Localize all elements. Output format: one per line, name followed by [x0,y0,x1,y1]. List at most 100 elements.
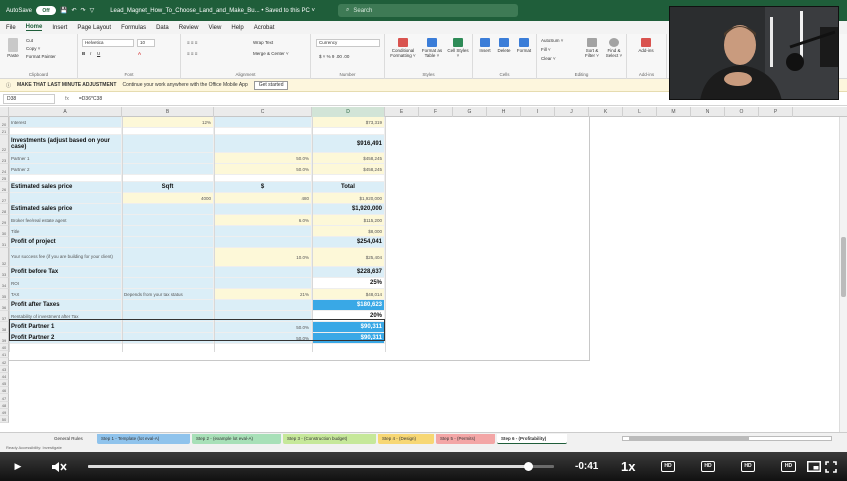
cell-col-b[interactable] [122,248,214,267]
row-header[interactable]: 47 [0,394,9,402]
copy-button[interactable]: Copy ˅ [26,46,40,51]
cell-col-b[interactable]: Depends from your tax status [122,289,214,300]
column-header-k[interactable]: K [589,107,623,117]
delete-cells-button[interactable]: Delete [495,38,513,53]
column-header-h[interactable]: H [487,107,521,117]
cell-col-d[interactable]: $48,014 [312,289,385,300]
cell-col-b[interactable]: 4000 [122,193,214,204]
cell-col-b[interactable] [122,215,214,226]
paste-button[interactable]: Paste [4,38,22,58]
column-header-i[interactable]: I [521,107,555,117]
cell-col-c[interactable] [214,300,312,311]
row-header[interactable]: 43 [0,365,9,373]
cell-col-c[interactable]: 50.0% [214,333,312,344]
cell-col-b[interactable] [122,322,214,333]
merge-center-button[interactable]: Merge & Center ˅ [253,51,289,56]
cell-col-c[interactable] [214,267,312,278]
sheet-tab-6[interactable]: Step 5 - (Permits) [436,434,495,444]
bold-button[interactable]: B [82,51,85,56]
italic-button[interactable]: I [90,51,91,56]
playback-speed-button[interactable]: 1x [621,452,635,481]
cell-label[interactable]: Profit Partner 2 [9,333,122,344]
fullscreen-button[interactable] [823,452,839,481]
row-header[interactable]: 25 [0,175,9,182]
cell-label[interactable]: Profit after Taxes [9,300,122,311]
row-header[interactable]: 27 [0,193,9,204]
cell-col-b[interactable] [122,300,214,311]
column-header-a[interactable]: A [9,107,122,117]
cell-col-c[interactable]: 50.0% [214,164,312,175]
cell-col-b[interactable] [122,311,214,322]
cell-col-c[interactable] [214,135,312,153]
cell-label[interactable]: Estimated sales price [9,204,122,215]
cell-col-d[interactable]: 25% [312,278,385,289]
sheet-tab-5[interactable]: Step 4 - (Design) [378,434,434,444]
row-header[interactable]: 33 [0,267,9,278]
cell-label[interactable]: Partner 2 [9,164,122,175]
row-header[interactable]: 36 [0,300,9,311]
search-box[interactable]: ⌕ Search [338,4,518,17]
fill-button[interactable]: Fill ˅ [541,47,551,52]
row-header[interactable]: 24 [0,164,9,175]
formula-input[interactable]: =D36*C38 [79,96,102,102]
font-family-select[interactable]: Helvetica [82,39,134,47]
cell-label[interactable]: Interest [9,117,122,128]
cell-col-b[interactable] [122,333,214,344]
menu-view[interactable]: View [208,25,221,31]
addins-button[interactable]: Add-ins [633,38,659,53]
cell-label[interactable]: Investments (adjust based on your case) [9,135,122,153]
menu-file[interactable]: File [6,25,16,31]
format-painter-button[interactable]: Format Painter [26,54,56,59]
align-left-icon[interactable]: ≡ ≡ ≡ [187,51,197,56]
row-header[interactable]: 35 [0,289,9,300]
row-header[interactable]: 49 [0,408,9,416]
name-box[interactable]: D38 [3,93,55,104]
quality-button-1[interactable]: HD [661,461,675,472]
menu-insert[interactable]: Insert [52,25,67,31]
row-header[interactable]: 50 [0,416,9,424]
sheet-tab-7[interactable]: Step 6 - (Profitability) [497,434,567,444]
cell-col-d[interactable]: $180,623 [312,300,385,311]
row-header[interactable]: 22 [0,135,9,153]
cell-col-b[interactable]: Sqft [122,182,214,193]
menu-page-layout[interactable]: Page Layout [77,25,111,31]
horizontal-scrollbar[interactable] [622,436,832,441]
format-as-table-button[interactable]: Format as Table ˅ [419,38,445,58]
undo-icon[interactable]: ↶ [72,7,77,14]
cell-label[interactable]: Title [9,226,122,237]
sheet-tab-4[interactable]: Step 3 - (Construction budget) [283,434,376,444]
autosum-button[interactable]: AutoSum ˅ [541,38,563,43]
font-size-select[interactable]: 10 [137,39,155,47]
row-header[interactable]: 21 [0,128,9,135]
vertical-scroll-thumb[interactable] [841,237,846,297]
fx-icon[interactable]: fx [65,96,69,102]
cell-col-d[interactable] [312,128,385,135]
cell-col-c[interactable]: $ [214,182,312,193]
cell-col-c[interactable]: 10.0% [214,248,312,267]
cell-col-c[interactable] [214,128,312,135]
column-header-f[interactable]: F [419,107,453,117]
cell-col-c[interactable]: 6.0% [214,215,312,226]
cell-col-c[interactable] [214,237,312,248]
get-started-button[interactable]: Get started [253,80,289,90]
cell-col-d[interactable]: Total [312,182,385,193]
cell-col-b[interactable]: 12% [122,117,214,128]
row-header[interactable]: 26 [0,182,9,193]
wrap-text-button[interactable]: Wrap Text [253,40,273,45]
cell-col-c[interactable] [214,204,312,215]
number-format-buttons[interactable]: $ ˅ % 9 .00 .00 [319,54,349,59]
row-header[interactable]: 32 [0,248,9,267]
redo-icon[interactable]: ↷ [81,7,86,14]
save-icon[interactable]: 💾 [60,7,67,14]
cell-col-b[interactable] [122,204,214,215]
cell-col-b[interactable] [122,226,214,237]
row-header[interactable]: 28 [0,204,9,215]
cell-col-b[interactable] [122,278,214,289]
cell-col-c[interactable]: 480 [214,193,312,204]
video-progress-knob[interactable] [524,462,534,471]
cell-col-c[interactable] [214,278,312,289]
cell-col-d[interactable]: $90,311 [312,322,385,333]
row-header[interactable]: 39 [0,333,9,344]
cell-label[interactable]: Rentability of investment after Tax [9,311,122,322]
cell-col-d[interactable]: 20% [312,311,385,322]
